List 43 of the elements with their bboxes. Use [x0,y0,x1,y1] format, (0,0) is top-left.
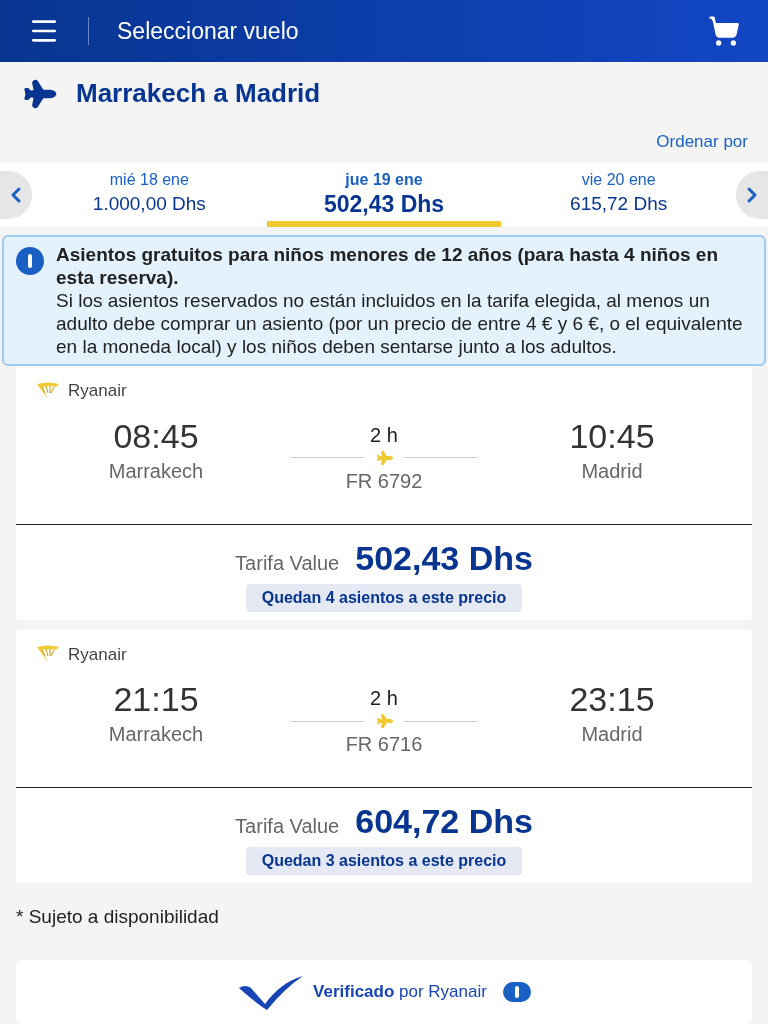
date-label: vie 20 ene [581,169,656,190]
route-title: Marrakech a Madrid [76,77,321,110]
notice-text: Si los asientos reservados no están incluidos en la tarifa elegida, al menos un adulto debe comprar un asiento (por un precio de entre 4 € y 6 €, o el equivalente en la moneda local) y los niños deben sentarse junto a los adultos. [56,289,744,358]
date-tab[interactable]: vie 20 ene 615,72 Dhs [501,162,736,227]
info-icon [16,247,44,275]
arrival-time: 10:45 [569,415,655,456]
flight-card[interactable]: Ryanair 21:15 Marrakech 2 h FR 6716 23:15 Madrid Tarifa Value 604,72 Dhs Quedan 3 asientos a este precio [16,629,752,883]
flight-card[interactable]: Ryanair 08:45 Marrakech 2 h FR 6792 10:45 Madrid Tarifa Value 502,43 Dhs Quedan 4 asientos a este precio [16,366,752,620]
verified-text: Verificado por Ryanair [313,981,487,1003]
date-label: jue 19 ene [345,169,423,190]
fare-label: Tarifa Value [235,550,340,576]
departure-time: 08:45 [113,415,199,456]
departure-time: 21:15 [113,679,199,719]
seats-remaining-badge: Quedan 3 asientos a este precio [245,847,523,875]
arrival-city: Madrid [581,458,643,484]
airline-name: Ryanair [68,643,127,666]
cart-icon[interactable] [708,15,740,47]
date-label: mié 18 ene [109,169,189,190]
date-tab[interactable]: mié 18 ene 1.000,00 Dhs [32,162,267,227]
previous-date-button[interactable] [0,170,32,219]
airline-name: Ryanair [68,380,127,402]
fare-price: 502,43 Dhs [355,537,533,579]
header-title: Seleccionar vuelo [117,16,300,46]
sort-link[interactable]: Ordenar por [656,129,748,155]
departure-city: Marrakech [108,722,204,747]
departure-city: Marrakech [108,458,204,484]
fare-price: 604,72 Dhs [355,801,533,842]
notice-title: Asientos gratuitos para niños menores de 12 años (para hasta 4 niños en esta reserva). [56,243,719,289]
seats-remaining-badge: Quedan 4 asientos a este precio [245,583,523,612]
date-price: 615,72 Dhs [570,191,668,216]
fare-label: Tarifa Value [235,814,340,839]
date-tab[interactable]: jue 19 ene 502,43 Dhs [266,162,502,227]
arrival-time: 23:15 [569,679,655,719]
footnote: * Sujeto a disponibilidad [15,905,220,929]
date-price: 1.000,00 Dhs [92,191,206,216]
flight-duration: 2 h [370,422,398,448]
next-date-button[interactable] [736,170,768,219]
info-icon[interactable] [502,981,531,1002]
flight-number: FR 6716 [345,732,423,757]
date-price: 502,43 Dhs [323,191,445,216]
flight-duration: 2 h [370,686,398,711]
flight-number: FR 6792 [345,468,423,494]
arrival-city: Madrid [581,722,643,747]
